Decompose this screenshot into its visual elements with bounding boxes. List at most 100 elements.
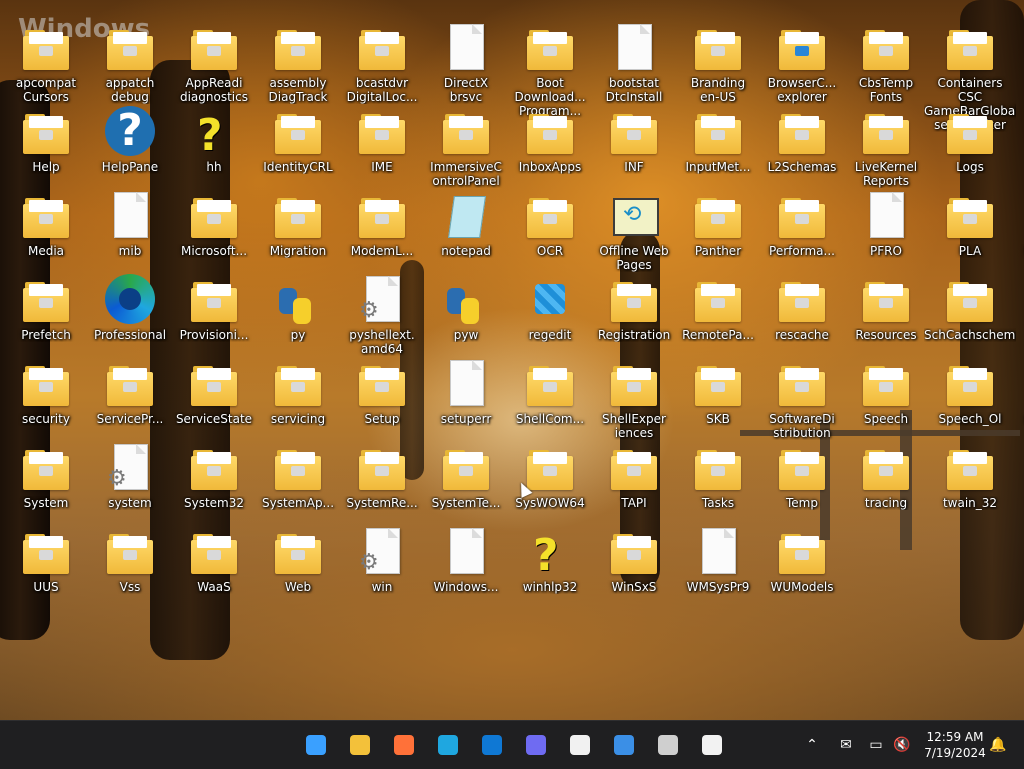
system-clock[interactable]: 12:59 AM 7/19/2024 (918, 729, 992, 761)
desktop-icon-notepad[interactable]: notepad (426, 190, 506, 274)
desktop-icon-setuperr[interactable]: setuperr (426, 358, 506, 442)
desktop-icon-apcompat-cursors[interactable]: apcompat Cursors (6, 22, 86, 106)
start-button-icon[interactable] (300, 729, 332, 761)
desktop-icon-immersivec-ontrolpanel[interactable]: ImmersiveC ontrolPanel (426, 106, 506, 190)
desktop-icon-tapi[interactable]: TAPI (594, 442, 674, 526)
desktop-icon-web[interactable]: Web (258, 526, 338, 610)
desktop-icon-boot-download-program[interactable]: Boot Download... Program... (510, 22, 590, 118)
desktop-icon-inf[interactable]: INF (594, 106, 674, 190)
desktop-icon-system[interactable]: ⚙ system (90, 442, 170, 526)
desktop-icon-assembly-diagtrack[interactable]: assembly DiagTrack (258, 22, 338, 106)
desktop-icon-hh[interactable]: ? hh (174, 106, 254, 190)
network-tray-icon[interactable]: ✉ (834, 733, 858, 757)
desktop-icon-system32[interactable]: System32 (174, 442, 254, 526)
desktop-icon-remotepa[interactable]: RemotePa... (678, 274, 758, 358)
desktop-icon-regedit[interactable]: regedit (510, 274, 590, 358)
desktop-icon-win[interactable]: ⚙ win (342, 526, 422, 610)
desktop-icon-splwow64[interactable]: splwow64 (1014, 358, 1024, 442)
copilot-icon[interactable] (520, 729, 552, 761)
desktop-icon-logs[interactable]: Logs (930, 106, 1010, 190)
desktop-icon-vss[interactable]: Vss (90, 526, 170, 610)
desktop-icon-provisioni[interactable]: Provisioni... (174, 274, 254, 358)
desktop-icon-systemte[interactable]: SystemTe... (426, 442, 506, 526)
desktop-icon-uus[interactable]: UUS (6, 526, 86, 610)
desktop-icon-appatch-debug[interactable]: appatch debug (90, 22, 170, 106)
desktop-icon-system[interactable]: System (6, 442, 86, 526)
desktop-icon-speech[interactable]: Speech (846, 358, 926, 442)
desktop-icon-policydefi-nitions[interactable]: PolicyDefi nitions (1014, 190, 1024, 274)
desktop-icon-bootstat-dtcinstall[interactable]: bootstat DtcInstall (594, 22, 674, 106)
volume-muted-icon[interactable]: 🔇 (890, 733, 914, 757)
desktop-icon-bcastdvr-digitalloc[interactable]: bcastdvr DigitalLoc... (342, 22, 422, 106)
firefox-icon[interactable] (388, 729, 420, 761)
desktop-icon-schcachschemas[interactable]: SchCachschemas (924, 274, 1016, 358)
desktop-icon-pyw[interactable]: pyw (426, 274, 506, 358)
display-tray-icon[interactable]: ▭ (864, 733, 888, 757)
desktop-icon-performa[interactable]: Performa... (762, 190, 842, 274)
desktop-icon-twain-32[interactable]: ⚙twain_32 (1014, 442, 1024, 526)
desktop-icon-media[interactable]: Media (6, 190, 86, 274)
show-hidden-icons-chevron-icon[interactable]: ⌃ (800, 733, 824, 757)
desktop-icon-modeml[interactable]: ModemL... (342, 190, 422, 274)
desktop-icon-help[interactable]: Help (6, 106, 86, 190)
desktop-icon-security[interactable]: security (6, 358, 86, 442)
desktop-icon-tracing[interactable]: tracing (846, 442, 926, 526)
desktop-icon-wumodels[interactable]: WUModels (762, 526, 842, 610)
desktop-icon-waas[interactable]: WaaS (174, 526, 254, 610)
desktop-icon-winhlp32[interactable]: ? winhlp32 (510, 526, 590, 610)
desktop-icon-prefetch[interactable]: Prefetch (6, 274, 86, 358)
desktop-icon-py[interactable]: py (258, 274, 338, 358)
desktop-icon-professional[interactable]: Professional (90, 274, 170, 358)
desktop-icon-inboxapps[interactable]: InboxApps (510, 106, 590, 190)
file-explorer-icon[interactable] (344, 729, 376, 761)
desktop-icon-ime[interactable]: IME (342, 106, 422, 190)
desktop-icon-livekernel-reports[interactable]: LiveKernel Reports (846, 106, 926, 190)
desktop-icon-mib[interactable]: mib (90, 190, 170, 274)
desktop-icon-windows[interactable]: Windows... (426, 526, 506, 610)
desktop-icon-identitycrl[interactable]: IdentityCRL (258, 106, 338, 190)
calculator-icon[interactable] (652, 729, 684, 761)
desktop-icon-twain-32[interactable]: twain_32 (930, 442, 1010, 526)
photos-icon[interactable] (608, 729, 640, 761)
desktop-icon-appreadi-diagnostics[interactable]: AppReadi diagnostics (174, 22, 254, 106)
desktop-icon-shellexper-iences[interactable]: ShellExper iences (594, 358, 674, 442)
desktop-icon-shellcom[interactable]: ShellCom... (510, 358, 590, 442)
desktop-icon-rescache[interactable]: rescache (762, 274, 842, 358)
outlook-icon[interactable] (476, 729, 508, 761)
desktop-icon-branding-en-us[interactable]: Branding en-US (678, 22, 758, 106)
desktop-icon-pla[interactable]: PLA (930, 190, 1010, 274)
desktop-icon-panther[interactable]: Panther (678, 190, 758, 274)
desktop-icon-systemap[interactable]: SystemAp... (258, 442, 338, 526)
desktop-icon-directx-brsvc[interactable]: DirectX brsvc (426, 22, 506, 106)
desktop-icon-skb[interactable]: SKB (678, 358, 758, 442)
desktop-icon-tasks[interactable]: Tasks (678, 442, 758, 526)
desktop-icon-setup[interactable]: Setup (342, 358, 422, 442)
desktop-icon-temp[interactable]: Temp (762, 442, 842, 526)
desktop-icon-softwaredi-stribution[interactable]: SoftwareDi stribution (762, 358, 842, 442)
desktop-icon-offline-web-pages[interactable]: ⟲ Offline Web Pages (594, 190, 674, 274)
desktop-icon-browserc-explorer[interactable]: BrowserC... explorer (762, 22, 842, 106)
desktop-icon-servicestate[interactable]: ServiceState (174, 358, 254, 442)
desktop-icon-registration[interactable]: Registration (594, 274, 674, 358)
desktop-icon-migration[interactable]: Migration (258, 190, 338, 274)
desktop-icon-inputmet[interactable]: InputMet... (678, 106, 758, 190)
edge-icon[interactable] (432, 729, 464, 761)
desktop-icon-pfro[interactable]: PFRO (846, 190, 926, 274)
desktop-icon-ocr[interactable]: OCR (510, 190, 590, 274)
desktop-icon-lsasetup[interactable]: lsasetup (1014, 106, 1024, 190)
desktop-icon-containers-csc-gamebarglobalizat-sencewriter[interactable]: Containers CSC GameBarGlobalizat... senc… (924, 22, 1016, 132)
microsoft-store-icon[interactable] (564, 729, 596, 761)
desktop-icon-speech-ol[interactable]: Speech_Ol (930, 358, 1010, 442)
desktop-icon-microsoft[interactable]: Microsoft... (174, 190, 254, 274)
desktop-icon-cbstemp-fonts[interactable]: CbsTemp Fonts (846, 22, 926, 106)
clock-app-icon[interactable] (696, 729, 728, 761)
notification-bell-icon[interactable]: 🔔 (986, 733, 1010, 757)
desktop-icon-servicing[interactable]: servicing (258, 358, 338, 442)
desktop-icon-resources[interactable]: Resources (846, 274, 926, 358)
desktop-icon-l2schemas[interactable]: L2Schemas (762, 106, 842, 190)
desktop-icon-helppane[interactable]: ? HelpPane (90, 106, 170, 190)
desktop-icon-pyshellext-amd64[interactable]: ⚙ pyshellext. amd64 (342, 274, 422, 358)
desktop-icon-winsxs[interactable]: WinSxS (594, 526, 674, 610)
desktop-icon-servicepr[interactable]: ServicePr... (90, 358, 170, 442)
desktop-icon-wmsyspr9[interactable]: WMSysPr9 (678, 526, 758, 610)
